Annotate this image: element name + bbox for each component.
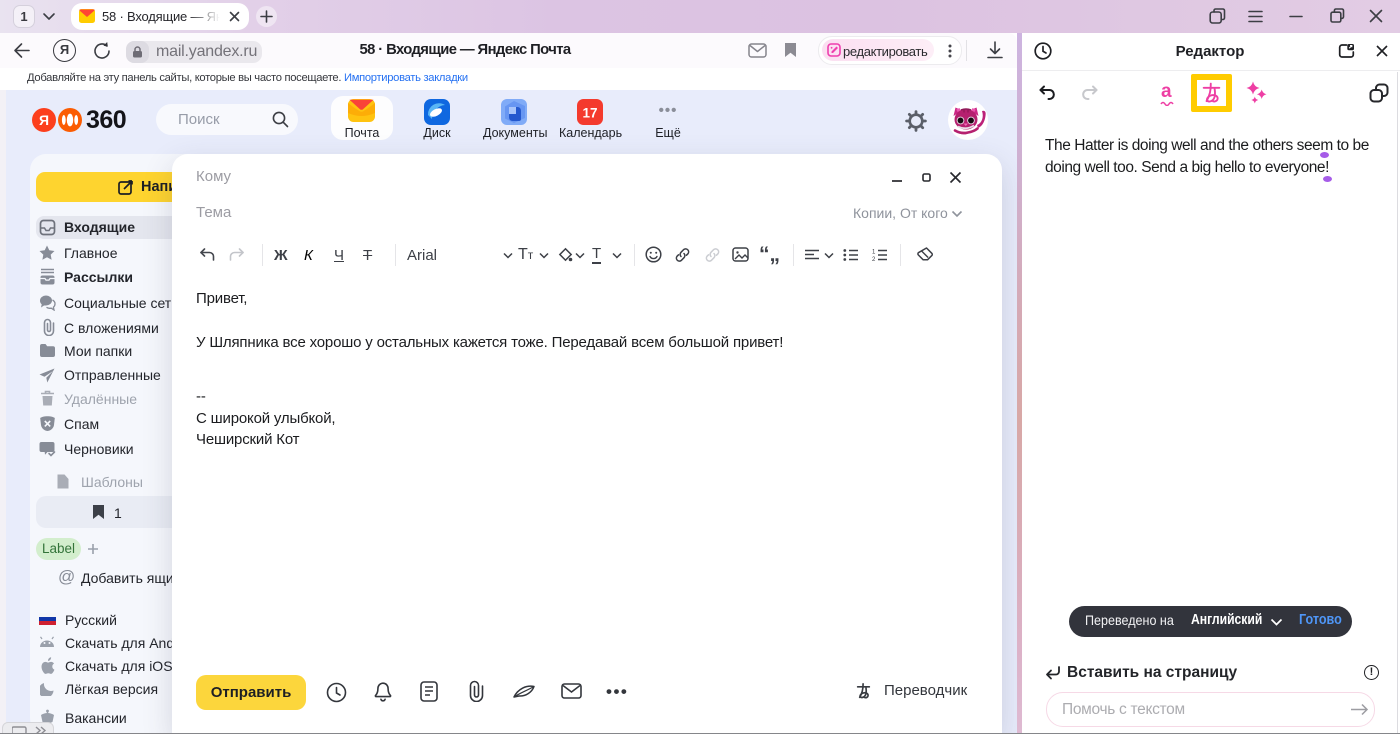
svg-text:17: 17 xyxy=(582,106,597,121)
svg-text:1: 1 xyxy=(872,250,876,256)
svg-text:2: 2 xyxy=(872,257,876,261)
